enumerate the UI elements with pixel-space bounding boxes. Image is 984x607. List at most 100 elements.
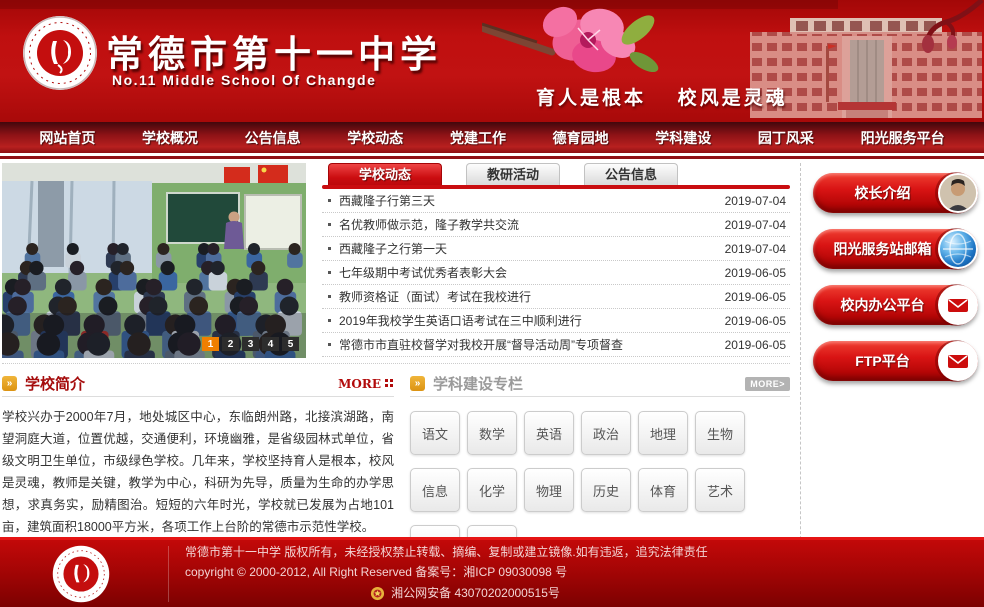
quick-link-button[interactable]: 校长介绍 (813, 173, 978, 213)
page-number[interactable]: 3 (242, 337, 259, 351)
police-badge-icon (370, 586, 385, 601)
news-title[interactable]: 西藏隆子之行第一天 (339, 240, 715, 257)
news-tab[interactable]: 学校动态 (328, 163, 442, 185)
subject-button[interactable]: 地理 (638, 411, 688, 455)
mail-icon (940, 287, 976, 323)
footer-school-logo (52, 545, 110, 603)
page-number[interactable]: 1 (202, 337, 219, 351)
subject-button[interactable]: 艺术 (695, 468, 745, 512)
subject-button[interactable]: 生物 (695, 411, 745, 455)
mail-icon (940, 343, 976, 379)
copyright-line2: copyright © 2000-2012, All Right Reserve… (185, 563, 984, 583)
subject-button[interactable]: 历史 (581, 468, 631, 512)
news-date: 2019-07-04 (725, 242, 786, 256)
subjects-more-link[interactable]: MORE> (745, 377, 790, 391)
quick-links: 校长介绍 (813, 173, 978, 381)
quick-link-icon (938, 229, 978, 269)
nav-item[interactable]: 学校概况 (142, 128, 198, 148)
quick-link-button[interactable]: 校内办公平台 (813, 285, 978, 325)
grid-icon (385, 379, 394, 388)
news-title[interactable]: 2019年我校学生英语口语考试在三中顺利进行 (339, 312, 715, 329)
news-tabs: 学校动态 教研活动 公告信息 (322, 163, 790, 185)
nav-item[interactable]: 公告信息 (245, 128, 301, 148)
subject-button[interactable]: 物理 (524, 468, 574, 512)
news-row[interactable]: 七年级期中考试优秀者表彰大会 2019-06-05 (322, 261, 790, 285)
nav-item[interactable]: 学校动态 (347, 128, 403, 148)
quick-link-label: 校内办公平台 (841, 295, 925, 315)
news-tab[interactable]: 教研活动 (466, 163, 560, 185)
photo-slideshow[interactable]: 12345 (2, 163, 306, 358)
site-title-en: No.11 Middle School Of Changde (112, 72, 376, 88)
nav-item[interactable]: 党建工作 (450, 128, 506, 148)
content-area: 12345 学校动态 教研活动 公告信息 西藏隆子行第三天 2019-07-04 (0, 159, 984, 569)
arrow-badge-icon: » (2, 376, 17, 391)
nav-item[interactable]: 德育园地 (553, 128, 609, 148)
news-title[interactable]: 常德市市直驻校督学对我校开展“督导活动周”专项督查 (339, 336, 715, 353)
school-logo (22, 15, 98, 91)
site-footer: 常德市第十一中学 版权所有，未经授权禁止转载、摘编、复制或建立镜像.如有违返，追… (0, 537, 984, 607)
news-title[interactable]: 七年级期中考试优秀者表彰大会 (339, 264, 715, 281)
copyright-line1: 常德市第十一中学 版权所有，未经授权禁止转载、摘编、复制或建立镜像.如有违返，追… (185, 543, 984, 563)
nav-item[interactable]: 学科建设 (655, 128, 711, 148)
bullet-icon (328, 295, 331, 298)
intro-title: 学校简介 (25, 373, 85, 394)
news-row[interactable]: 西藏隆子之行第一天 2019-07-04 (322, 237, 790, 261)
quick-link-button[interactable]: 阳光服务站邮箱 (813, 229, 978, 269)
slideshow-pager: 12345 (202, 337, 299, 351)
news-title[interactable]: 教师资格证（面试）考试在我校进行 (339, 288, 715, 305)
main-column: 12345 学校动态 教研活动 公告信息 西藏隆子行第三天 2019-07-04 (0, 163, 800, 569)
school-slogan: 育人是根本 校风是灵魂 (536, 83, 788, 110)
arrow-badge-icon: » (410, 376, 425, 391)
nav-item[interactable]: 网站首页 (39, 128, 95, 148)
bullet-icon (328, 199, 331, 202)
subject-button[interactable]: 体育 (638, 468, 688, 512)
news-row[interactable]: 名优教师做示范，隆子教学共交流 2019-07-04 (322, 213, 790, 237)
quick-link-icon (938, 173, 978, 213)
subject-button[interactable]: 英语 (524, 411, 574, 455)
news-date: 2019-06-05 (725, 314, 786, 328)
news-date: 2019-07-04 (725, 194, 786, 208)
quick-link-label: FTP平台 (855, 351, 909, 371)
subject-button[interactable]: 语文 (410, 411, 460, 455)
bullet-icon (328, 247, 331, 250)
page-number[interactable]: 4 (262, 337, 279, 351)
intro-more-link[interactable]: MORE (338, 377, 394, 391)
news-row[interactable]: 西藏隆子行第三天 2019-07-04 (322, 189, 790, 213)
subject-button[interactable]: 化学 (467, 468, 517, 512)
footer-text: 常德市第十一中学 版权所有，未经授权禁止转载、摘编、复制或建立镜像.如有违返，追… (185, 543, 984, 603)
news-date: 2019-06-05 (725, 290, 786, 304)
news-list: 西藏隆子行第三天 2019-07-04 名优教师做示范，隆子教学共交流 2019… (322, 189, 790, 357)
nav-item[interactable]: 阳光服务平台 (861, 128, 945, 148)
news-date: 2019-06-05 (725, 266, 786, 280)
site-header: 常德市第十一中学 No.11 Middle School Of Changde (0, 0, 984, 122)
nav-item[interactable]: 园丁风采 (758, 128, 814, 148)
news-row[interactable]: 教师资格证（面试）考试在我校进行 2019-06-05 (322, 285, 790, 309)
subject-button[interactable]: 数学 (467, 411, 517, 455)
news-title[interactable]: 西藏隆子行第三天 (339, 192, 715, 209)
site-title: 常德市第十一中学 (106, 24, 442, 78)
news-row[interactable]: 2019年我校学生英语口语考试在三中顺利进行 2019-06-05 (322, 309, 790, 333)
quick-link-label: 阳光服务站邮箱 (834, 239, 932, 259)
page-number[interactable]: 2 (222, 337, 239, 351)
news-tab[interactable]: 公告信息 (584, 163, 678, 185)
news-title[interactable]: 名优教师做示范，隆子教学共交流 (339, 216, 715, 233)
bullet-icon (328, 223, 331, 226)
intro-header: » 学校简介 MORE (2, 371, 394, 397)
top-row: 12345 学校动态 教研活动 公告信息 西藏隆子行第三天 2019-07-04 (2, 163, 790, 364)
intro-more-label: MORE (338, 377, 381, 391)
news-row[interactable]: 常德市市直驻校督学对我校开展“督导活动周”专项督查 2019-06-05 (322, 333, 790, 357)
bullet-icon (328, 271, 331, 274)
classroom-photo (2, 163, 306, 358)
subject-button[interactable]: 政治 (581, 411, 631, 455)
subject-button[interactable]: 信息 (410, 468, 460, 512)
quick-link-button[interactable]: FTP平台 (813, 341, 978, 381)
subjects-title: 学科建设专栏 (433, 373, 523, 394)
bullet-icon (328, 343, 331, 346)
news-date: 2019-07-04 (725, 218, 786, 232)
page-number[interactable]: 5 (282, 337, 299, 351)
header-top-strip (0, 0, 838, 9)
quick-link-icon (938, 341, 978, 381)
globe-icon (940, 231, 976, 267)
quick-link-icon (938, 285, 978, 325)
news-date: 2019-06-05 (725, 338, 786, 352)
